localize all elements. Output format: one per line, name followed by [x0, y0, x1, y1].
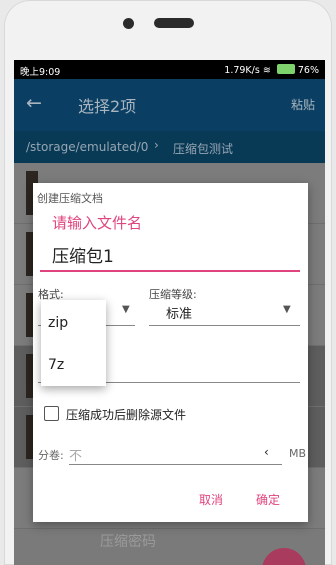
app-title: 选择2项	[78, 97, 137, 116]
split-label: 分卷:	[38, 449, 64, 462]
net-speed: 1.79K/s	[224, 65, 260, 76]
breadcrumb: /storage/emulated/0 › 压缩包测试	[14, 131, 325, 163]
ok-button[interactable]: 确定	[256, 491, 280, 508]
level-select[interactable]: 标准	[166, 303, 192, 322]
password-placeholder: 压缩密码	[100, 534, 156, 550]
delete-source-checkbox[interactable]	[44, 406, 59, 421]
split-input[interactable]: 不	[69, 445, 82, 464]
filename-underline	[40, 270, 300, 272]
chevron-right-icon: ›	[154, 138, 159, 152]
status-time: 晚上9:09	[20, 67, 61, 78]
app-bar: ← 选择2项 粘贴	[14, 79, 325, 131]
battery-icon	[276, 64, 295, 74]
level-dropdown-arrow-icon[interactable]: ▼	[283, 304, 291, 315]
breadcrumb-root[interactable]: /storage/emulated/0	[26, 140, 148, 154]
breadcrumb-current[interactable]: 压缩包测试	[173, 140, 233, 157]
level-underline	[149, 325, 300, 326]
format-dropdown-menu: zip 7z	[41, 300, 106, 386]
filename-label: 请输入文件名	[52, 214, 143, 232]
paste-button[interactable]: 粘贴	[291, 96, 315, 113]
delete-source-label[interactable]: 压缩成功后删除源文件	[66, 406, 186, 423]
format-option-zip[interactable]: zip	[48, 315, 68, 331]
status-right: 1.79K/s ≋ 76%	[224, 64, 319, 76]
speaker	[154, 18, 194, 28]
back-arrow-icon[interactable]: ←	[26, 94, 42, 113]
wifi-icon: ≋	[262, 65, 274, 76]
split-underline	[69, 464, 282, 465]
format-dropdown-arrow-icon[interactable]: ▼	[122, 304, 130, 315]
dialog-title: 创建压缩文档	[37, 192, 103, 205]
format-option-7z[interactable]: 7z	[48, 357, 64, 373]
cancel-button[interactable]: 取消	[199, 491, 223, 508]
chevron-left-icon[interactable]: ‹	[264, 445, 269, 459]
filename-input[interactable]: 压缩包1	[52, 242, 114, 267]
level-label: 压缩等级:	[149, 288, 197, 301]
status-bar: 晚上9:09 1.79K/s ≋ 76%	[14, 60, 325, 79]
battery-level: 76%	[297, 65, 319, 76]
camera	[123, 18, 134, 29]
split-unit: MB	[289, 447, 307, 460]
